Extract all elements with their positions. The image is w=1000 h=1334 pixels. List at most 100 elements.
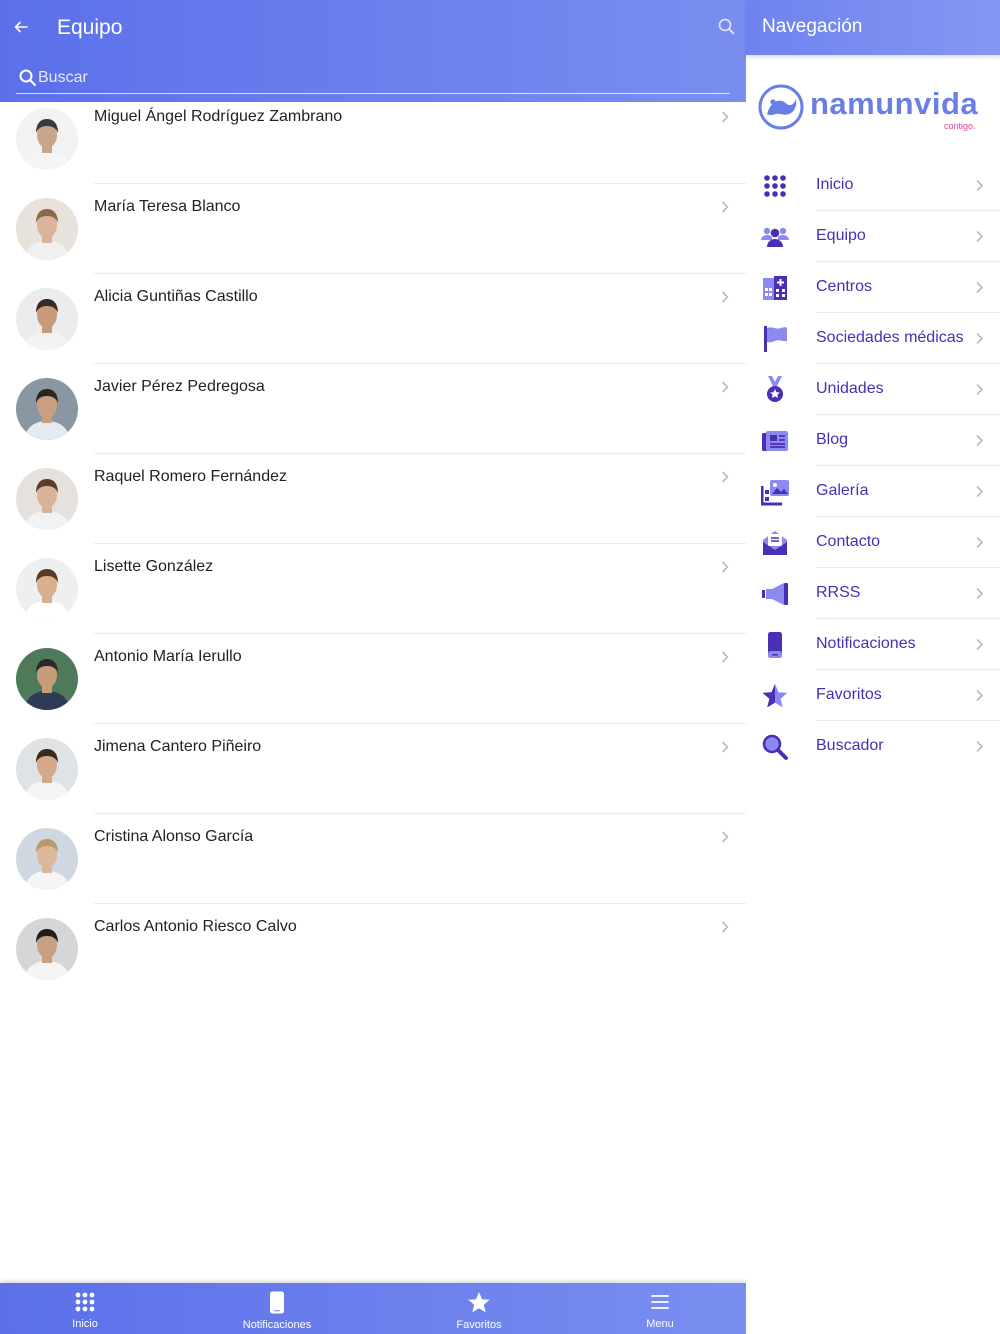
avatar xyxy=(16,918,78,980)
tab-menu[interactable]: Menu xyxy=(580,1283,740,1334)
chevron-right-icon xyxy=(976,689,984,702)
menu-item-sociedades-medicas[interactable]: Sociedades médicas xyxy=(746,313,1000,364)
search-icon xyxy=(718,18,735,35)
menu-item-label: Equipo xyxy=(816,227,866,244)
avatar xyxy=(16,198,78,260)
team-member-row[interactable]: Antonio María Ierullo xyxy=(0,634,746,724)
chevron-right-icon xyxy=(721,831,729,843)
phone-icon xyxy=(768,632,782,658)
menu-item-inicio[interactable]: Inicio xyxy=(746,160,1000,211)
logo-wordmark: namunvida xyxy=(810,86,979,121)
gallery-icon xyxy=(761,480,789,506)
team-member-row[interactable]: Carlos Antonio Riesco Calvo xyxy=(0,904,746,994)
menu-item-equipo[interactable]: Equipo xyxy=(746,211,1000,262)
member-name: Alicia Guntiñas Castillo xyxy=(94,288,258,305)
app-header: Equipo xyxy=(0,0,746,102)
team-member-row[interactable]: María Teresa Blanco xyxy=(0,184,746,274)
tab-label: Notificaciones xyxy=(242,1319,312,1331)
newspaper-icon xyxy=(762,431,788,451)
chevron-right-icon xyxy=(721,741,729,753)
chevron-right-icon xyxy=(721,201,729,213)
menu-item-label: Buscador xyxy=(816,737,884,754)
logo-tagline: contigo. xyxy=(944,121,976,131)
menu-item-label: Galería xyxy=(816,482,869,499)
team-member-row[interactable]: Javier Pérez Pedregosa xyxy=(0,364,746,454)
tab-inicio[interactable]: Inicio xyxy=(5,1283,165,1334)
menu-item-notificaciones[interactable]: Notificaciones xyxy=(746,619,1000,670)
tab-label: Menu xyxy=(646,1318,674,1330)
avatar xyxy=(16,558,78,620)
member-name: Jimena Cantero Piñeiro xyxy=(94,738,262,755)
chevron-right-icon xyxy=(721,471,729,483)
menu-item-unidades[interactable]: Unidades xyxy=(746,364,1000,415)
hamburger-icon xyxy=(651,1295,669,1309)
chevron-right-icon xyxy=(976,230,984,243)
search-icon xyxy=(19,69,37,87)
menu-item-label: Centros xyxy=(816,278,873,295)
menu-item-label: Sociedades médicas xyxy=(816,329,964,346)
team-member-row[interactable]: Raquel Romero Fernández xyxy=(0,454,746,544)
chevron-right-icon xyxy=(976,485,984,498)
team-member-row[interactable]: Miguel Ángel Rodríguez Zambrano xyxy=(0,94,746,184)
drawer-header: Navegación xyxy=(746,0,1000,55)
member-name: Lisette González xyxy=(94,558,214,575)
header-search-button[interactable] xyxy=(716,16,738,38)
avatar xyxy=(16,828,78,890)
search-input[interactable] xyxy=(38,66,698,90)
chevron-right-icon xyxy=(976,179,984,192)
menu-item-favoritos[interactable]: Favoritos xyxy=(746,670,1000,721)
menu-item-rrss[interactable]: RRSS xyxy=(746,568,1000,619)
drawer-title: Navegación xyxy=(762,16,863,37)
avatar xyxy=(16,648,78,710)
menu-item-label: Unidades xyxy=(816,380,884,397)
member-name: Carlos Antonio Riesco Calvo xyxy=(94,918,297,935)
chevron-right-icon xyxy=(976,281,984,294)
arrow-left-icon xyxy=(14,21,28,33)
tab-label: Favoritos xyxy=(456,1319,502,1331)
drawer-menu: Inicio Equipo Centros Sociedades médicas… xyxy=(746,160,1000,772)
page-title: Equipo xyxy=(57,16,123,39)
chevron-right-icon xyxy=(721,651,729,663)
tab-label: Inicio xyxy=(72,1318,98,1330)
flag-icon xyxy=(764,326,787,352)
chevron-right-icon xyxy=(721,111,729,123)
avatar xyxy=(16,378,78,440)
avatar xyxy=(16,468,78,530)
member-name: Javier Pérez Pedregosa xyxy=(94,378,265,395)
team-screen: Equipo Miguel Ángel Rodríguez Zambrano Ma… xyxy=(0,0,746,1334)
menu-item-label: RRSS xyxy=(816,584,861,601)
grid-icon xyxy=(75,1292,95,1312)
menu-item-label: Notificaciones xyxy=(816,635,916,652)
chevron-right-icon xyxy=(976,434,984,447)
avatar xyxy=(16,108,78,170)
menu-item-galeria[interactable]: Galería xyxy=(746,466,1000,517)
menu-item-contacto[interactable]: Contacto xyxy=(746,517,1000,568)
team-member-row[interactable]: Alicia Guntiñas Castillo xyxy=(0,274,746,364)
chevron-right-icon xyxy=(721,921,729,933)
tab-notificaciones[interactable]: Notificaciones xyxy=(197,1283,357,1334)
search-icon xyxy=(762,734,788,760)
chevron-right-icon xyxy=(976,587,984,600)
megaphone-icon xyxy=(762,583,788,605)
menu-item-centros[interactable]: Centros xyxy=(746,262,1000,313)
menu-item-blog[interactable]: Blog xyxy=(746,415,1000,466)
member-name: Cristina Alonso García xyxy=(94,828,254,845)
hospital-icon xyxy=(763,276,787,300)
people-icon xyxy=(761,227,789,247)
envelope-icon xyxy=(763,531,787,555)
medal-icon xyxy=(767,376,783,402)
member-name: Raquel Romero Fernández xyxy=(94,468,287,485)
phone-icon xyxy=(270,1291,284,1314)
team-list: Miguel Ángel Rodríguez Zambrano María Ter… xyxy=(0,94,746,994)
tab-favoritos[interactable]: Favoritos xyxy=(399,1283,559,1334)
member-name: María Teresa Blanco xyxy=(94,198,241,215)
back-button[interactable] xyxy=(8,14,34,40)
team-member-row[interactable]: Cristina Alonso García xyxy=(0,814,746,904)
chevron-right-icon xyxy=(976,383,984,396)
search-bar xyxy=(16,64,730,94)
chevron-right-icon xyxy=(721,381,729,393)
team-member-row[interactable]: Lisette González xyxy=(0,544,746,634)
team-member-row[interactable]: Jimena Cantero Piñeiro xyxy=(0,724,746,814)
member-name: Antonio María Ierullo xyxy=(94,648,242,665)
menu-item-buscador[interactable]: Buscador xyxy=(746,721,1000,772)
